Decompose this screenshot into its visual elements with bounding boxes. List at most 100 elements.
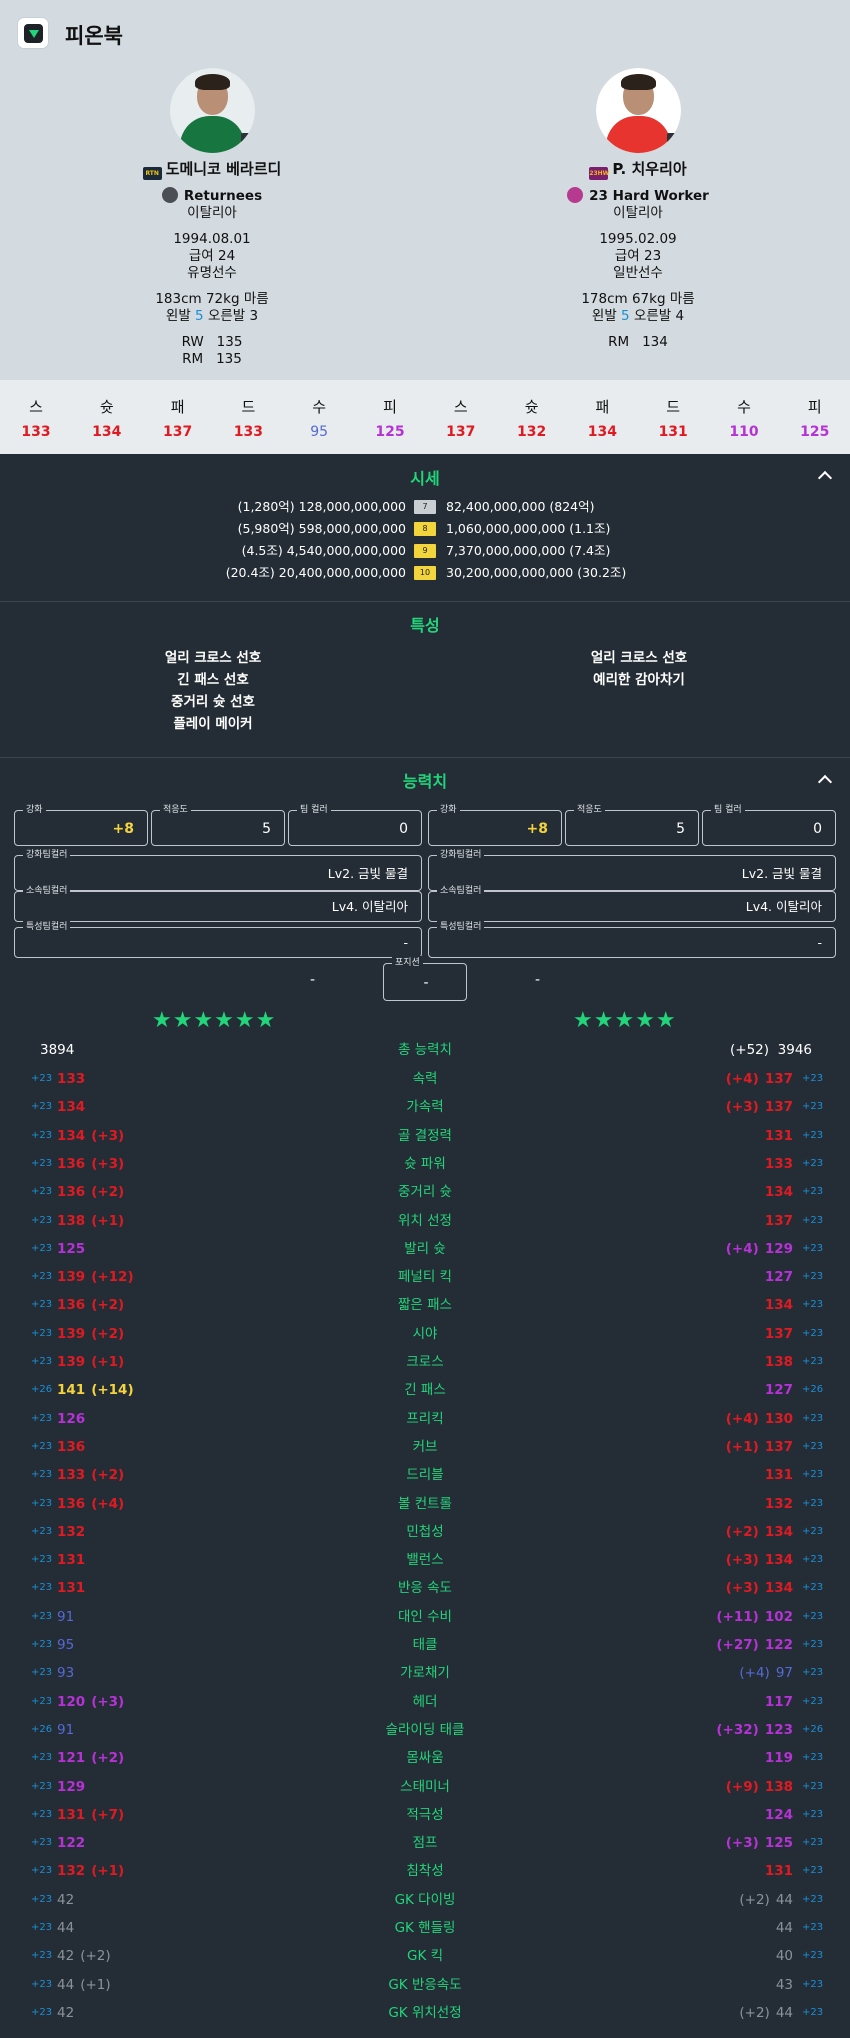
traits-left: 얼리 크로스 선호 긴 패스 선호 중거리 슛 선호 플레이 메이커	[63, 647, 363, 735]
adaptability-field[interactable]: 적응도 5	[151, 803, 285, 846]
field-label: 특성팀컬러	[23, 920, 71, 934]
price-left: (1,280억) 128,000,000,000	[237, 499, 406, 514]
trait-item: 플레이 메이커	[173, 716, 253, 732]
boost-right: +23	[802, 1271, 824, 1283]
price-row: (1,280억) 128,000,000,000 7 82,400,000,000 …	[0, 496, 850, 518]
field-label: 강화	[23, 803, 46, 817]
stat-right: (+9) 138	[725, 1778, 793, 1795]
stat-row: +23 42 (+2) GK 킥 40 +23	[0, 1942, 850, 1970]
enhance-teamcolor-field[interactable]: 강화팀컬러 Lv2. 금빛 물결	[428, 848, 836, 891]
field-value: Lv2. 금빛 물결	[327, 866, 408, 881]
boost-right: +23	[802, 1469, 824, 1481]
summary-tab-label: 스	[29, 398, 43, 416]
trait-teamcolor-field[interactable]: 특성팀컬러 -	[14, 920, 422, 958]
stat-name: 커브	[412, 1438, 438, 1455]
stat-right: (+2) 134	[725, 1523, 793, 1540]
summary-tab-label: 피	[383, 398, 397, 416]
position-select[interactable]: 포지션 -	[383, 956, 467, 1001]
enhance-teamcolor-field[interactable]: 강화팀컬러 Lv2. 금빛 물결	[14, 848, 422, 891]
boost-right: +23	[802, 1440, 824, 1452]
stat-name: GK 킥	[406, 1948, 444, 1965]
team-color-field[interactable]: 팀 컬러 0	[288, 803, 422, 846]
stat-name: 긴 패스	[404, 1382, 446, 1399]
player-name-row[interactable]: 23HW P. 치우리아	[488, 159, 788, 180]
trait-teamcolor-field[interactable]: 특성팀컬러 -	[428, 920, 836, 958]
summary-tab-value: 134	[587, 424, 617, 440]
stat-left: 139 (+2)	[57, 1325, 125, 1342]
summary-tab-value: 133	[233, 424, 263, 440]
summary-tab-value: 95	[310, 424, 329, 440]
stat-right: 44	[775, 1920, 793, 1936]
team-logo-icon	[567, 187, 584, 203]
summary-tab-label: 슛	[524, 398, 539, 416]
stat-row: +26 141 (+14) 긴 패스 127 +26	[0, 1376, 850, 1404]
stat-right: 133	[764, 1155, 793, 1172]
grade-badge: 8	[414, 522, 436, 536]
stat-left: 44 (+1)	[57, 1976, 111, 1993]
stat-left: 125	[57, 1240, 86, 1257]
enhance-field[interactable]: 강화 +8	[428, 803, 562, 846]
boost-right: +23	[802, 1299, 824, 1311]
boost-left: +23	[31, 1610, 53, 1622]
boost-right: +23	[802, 1950, 824, 1962]
position-value: -	[423, 975, 429, 991]
field-label: 특성팀컬러	[437, 920, 485, 934]
stat-right: 117	[764, 1693, 793, 1710]
price-section-title[interactable]: 시세	[0, 465, 850, 489]
team-logo-icon	[161, 187, 178, 203]
club-teamcolor-field[interactable]: 소속팀컬러 Lv4. 이탈리아	[14, 884, 422, 922]
summary-tab-label: 드	[241, 398, 256, 416]
stat-row: +23 132 (+1) 침착성 131 +23	[0, 1857, 850, 1885]
price-right: 30,200,000,000,000 (30.2조)	[446, 565, 627, 580]
boost-right: +23	[802, 1157, 824, 1169]
stat-name: 위치 선정	[398, 1212, 452, 1229]
stat-row: +26 91 슬라이딩 태클 (+32) 123 +26	[0, 1716, 850, 1744]
boost-right: +23	[802, 1837, 824, 1849]
player-photo[interactable]: ⌕	[169, 68, 255, 153]
boost-right: +23	[802, 1808, 824, 1820]
summary-tab-value: 134	[92, 424, 122, 440]
stat-name: 속력	[412, 1071, 438, 1087]
player-card-right: ⌕ 23HW P. 치우리아 23 Hard Worker 이탈리아 1995.0…	[488, 68, 788, 351]
field-label: 팀 컬러	[711, 803, 745, 817]
stat-name: GK 다이빙	[394, 1891, 456, 1908]
position-ovr: RM 135	[182, 351, 242, 367]
stat-left: 95	[57, 1637, 75, 1653]
stat-left: 44	[57, 1920, 75, 1936]
player-photo[interactable]: ⌕	[595, 68, 681, 153]
team-color-field[interactable]: 팀 컬러 0	[702, 803, 836, 846]
player-name-row[interactable]: RTN 도메니코 베라르디	[62, 159, 362, 180]
body-info: 183cm 72kg 마름	[155, 291, 269, 307]
zoom-icon[interactable]: ⌕	[240, 133, 255, 147]
field-value: 0	[399, 821, 408, 837]
boost-left: +23	[31, 1356, 53, 1367]
price-row: (5,980억) 598,000,000,000 8 1,060,000,000,0…	[0, 518, 850, 540]
stat-left: 91	[57, 1721, 75, 1738]
boost-right: +23	[802, 1129, 824, 1141]
traits-right: 얼리 크로스 선호 예리한 감아차기	[489, 647, 789, 691]
stat-right: (+2) 44	[739, 2004, 793, 2021]
club-teamcolor-field[interactable]: 소속팀컬러 Lv4. 이탈리아	[428, 884, 836, 922]
price-row: (4.5조) 4,540,000,000,000 9 7,370,000,000,0…	[0, 540, 850, 562]
boost-left: +23	[31, 1497, 53, 1509]
grade-badge: 7	[414, 500, 436, 514]
field-value: +8	[526, 821, 548, 837]
stat-row: +23 134 (+3) 골 결정력 131 +23	[0, 1122, 850, 1150]
stat-name: 발리 슛	[404, 1240, 446, 1257]
field-label: 팀 컬러	[297, 803, 331, 817]
nation: 이탈리아	[187, 205, 237, 221]
stat-left: 139 (+1)	[57, 1354, 125, 1370]
adaptability-field[interactable]: 적응도 5	[565, 803, 699, 846]
price-left: (4.5조) 4,540,000,000,000	[241, 543, 406, 558]
summary-tab-value: 131	[658, 424, 688, 440]
position-ovr: RW 135	[181, 334, 243, 350]
ability-section-title[interactable]: 능력치	[0, 768, 850, 792]
stat-right: 131	[764, 1467, 793, 1484]
boost-left: +23	[31, 1101, 53, 1113]
boost-left: +23	[31, 1327, 53, 1339]
zoom-icon[interactable]: ⌕	[666, 133, 681, 147]
enhance-field[interactable]: 강화 +8	[14, 803, 148, 846]
stat-right: (+32) 123	[716, 1721, 793, 1738]
boost-right: +23	[802, 1582, 824, 1594]
stat-name: GK 반응속도	[388, 1976, 462, 1993]
